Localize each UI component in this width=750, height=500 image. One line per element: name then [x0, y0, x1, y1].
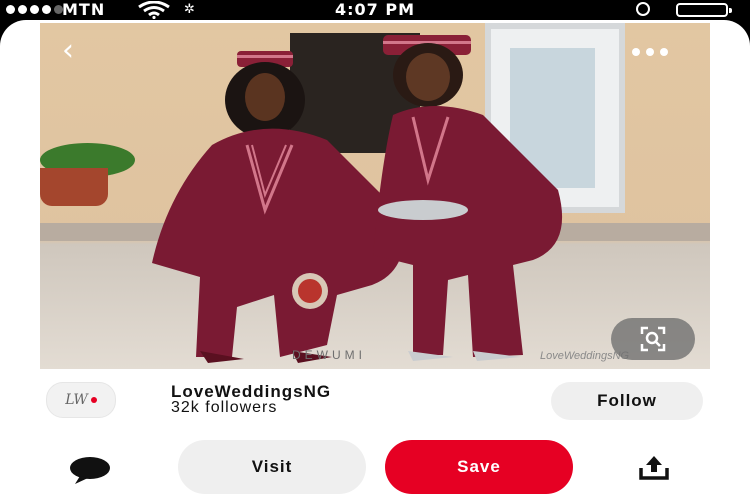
- battery-icon: [676, 3, 732, 17]
- profile-row: LW LoveWeddingsNG 32k followers Follow: [0, 370, 750, 448]
- comment-icon[interactable]: [68, 456, 112, 484]
- photo-watermark: DEWUMI: [292, 348, 366, 362]
- follow-button[interactable]: Follow: [551, 382, 703, 420]
- avatar-text: LW: [65, 392, 88, 408]
- share-icon[interactable]: [639, 454, 669, 480]
- status-bar: MTN ✲ 4:07 PM: [0, 0, 750, 20]
- save-button[interactable]: Save: [385, 440, 573, 494]
- visual-search-button[interactable]: [611, 318, 695, 360]
- rotation-lock-icon: [636, 2, 650, 16]
- figure-right: [373, 35, 563, 361]
- more-options-icon[interactable]: [632, 48, 668, 56]
- visit-button[interactable]: Visit: [178, 440, 366, 494]
- avatar[interactable]: LW: [46, 382, 116, 418]
- pin-image[interactable]: DEWUMI LoveWeddingsNG: [40, 23, 710, 369]
- visual-search-icon: [640, 326, 666, 352]
- pin-sheet: DEWUMI LoveWeddingsNG ‹ LW LoveWeddingsN…: [0, 20, 750, 500]
- back-arrow-icon[interactable]: ‹: [62, 36, 94, 68]
- follower-count: 32k followers: [171, 399, 278, 416]
- action-bar: Visit Save: [0, 440, 750, 500]
